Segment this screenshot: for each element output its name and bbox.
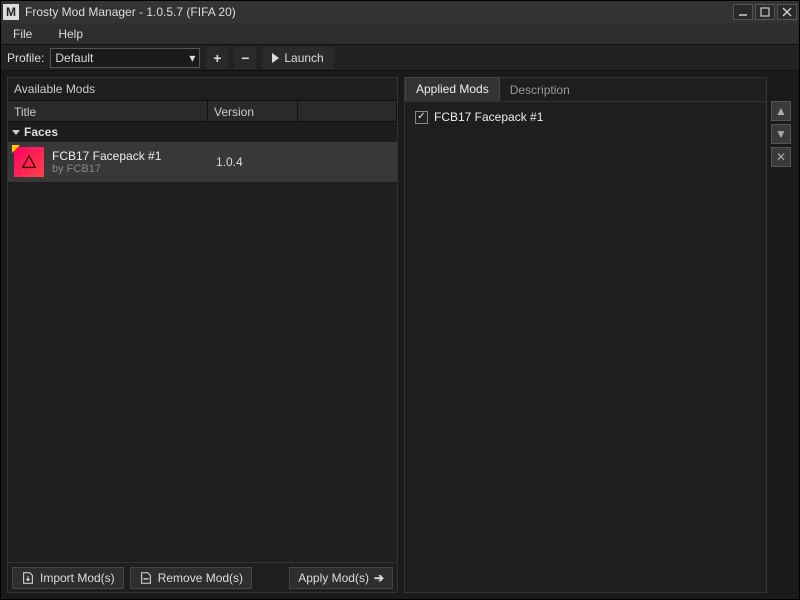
left-bottom-bar: Import Mod(s) Remove Mod(s) Apply Mod(s)…: [8, 562, 397, 592]
minimize-button[interactable]: [733, 4, 753, 20]
available-mods-title: Available Mods: [8, 78, 397, 100]
profile-select-value: Default: [55, 51, 93, 65]
import-label: Import Mod(s): [40, 571, 115, 585]
mod-text: FCB17 Facepack #1 by FCB17: [52, 149, 208, 175]
applied-mods-panel: Applied Mods Description ✓ FCB17 Facepac…: [404, 77, 767, 593]
toolbar: Profile: Default ▾ + − Launch: [1, 45, 799, 71]
category-label: Faces: [24, 125, 58, 139]
applied-checkbox[interactable]: ✓: [415, 111, 428, 124]
arrow-up-icon: ▲: [775, 104, 787, 118]
arrow-right-icon: ➔: [374, 571, 384, 585]
close-icon: ✕: [776, 150, 786, 164]
menubar: File Help: [1, 23, 799, 45]
mod-name: FCB17 Facepack #1: [52, 149, 208, 163]
maximize-button[interactable]: [755, 4, 775, 20]
tab-applied-mods[interactable]: Applied Mods: [405, 77, 500, 101]
profile-label: Profile:: [7, 51, 44, 65]
menu-file[interactable]: File: [9, 25, 36, 43]
column-version[interactable]: Version: [208, 101, 298, 121]
mod-version: 1.0.4: [216, 155, 306, 169]
applied-item[interactable]: ✓ FCB17 Facepack #1: [415, 110, 756, 124]
right-wrap: Applied Mods Description ✓ FCB17 Facepac…: [404, 77, 793, 593]
window-title: Frosty Mod Manager - 1.0.5.7 (FIFA 20): [25, 5, 731, 19]
app-logo-icon: M: [3, 4, 19, 20]
collapse-icon: [12, 130, 20, 135]
arrow-down-icon: ▼: [775, 127, 787, 141]
play-icon: [272, 53, 279, 63]
applied-item-label: FCB17 Facepack #1: [434, 110, 543, 124]
remove-label: Remove Mod(s): [158, 571, 243, 585]
content-area: Available Mods Title Version Faces FCB17…: [1, 71, 799, 599]
launch-label: Launch: [284, 51, 323, 65]
profile-select[interactable]: Default ▾: [50, 48, 200, 68]
apply-mods-button[interactable]: Apply Mod(s) ➔: [289, 567, 393, 589]
side-buttons: ▲ ▼ ✕: [771, 77, 793, 593]
tab-description[interactable]: Description: [500, 79, 580, 101]
remove-profile-button[interactable]: −: [234, 47, 256, 69]
move-up-button[interactable]: ▲: [771, 101, 791, 121]
import-mods-button[interactable]: Import Mod(s): [12, 567, 124, 589]
column-spacer: [298, 101, 397, 121]
remove-icon: [139, 571, 153, 585]
move-down-button[interactable]: ▼: [771, 124, 791, 144]
menu-help[interactable]: Help: [54, 25, 87, 43]
available-mods-panel: Available Mods Title Version Faces FCB17…: [7, 77, 398, 593]
remove-mods-button[interactable]: Remove Mod(s): [130, 567, 252, 589]
add-profile-button[interactable]: +: [206, 47, 228, 69]
remove-applied-button[interactable]: ✕: [771, 147, 791, 167]
mod-row[interactable]: FCB17 Facepack #1 by FCB17 1.0.4: [8, 142, 397, 182]
minus-icon: −: [241, 50, 249, 66]
titlebar: M Frosty Mod Manager - 1.0.5.7 (FIFA 20): [1, 1, 799, 23]
app-window: M Frosty Mod Manager - 1.0.5.7 (FIFA 20)…: [0, 0, 800, 600]
import-icon: [21, 571, 35, 585]
close-button[interactable]: [777, 4, 797, 20]
chevron-down-icon: ▾: [189, 51, 195, 65]
launch-button[interactable]: Launch: [262, 47, 333, 69]
mod-list-empty: [8, 182, 397, 562]
category-row[interactable]: Faces: [8, 122, 397, 142]
mod-author: by FCB17: [52, 163, 208, 175]
apply-label: Apply Mod(s): [298, 571, 369, 585]
column-headers: Title Version: [8, 100, 397, 122]
tabbar: Applied Mods Description: [405, 78, 766, 102]
mod-thumbnail-icon: [14, 147, 44, 177]
column-title[interactable]: Title: [8, 101, 208, 121]
applied-list: ✓ FCB17 Facepack #1: [405, 102, 766, 592]
plus-icon: +: [213, 50, 221, 66]
